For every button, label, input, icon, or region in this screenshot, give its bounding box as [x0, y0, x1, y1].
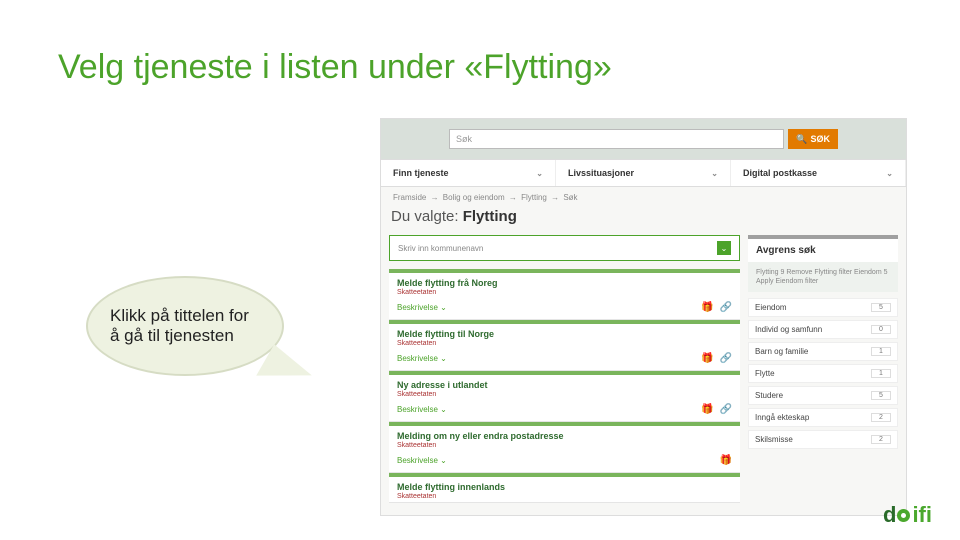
tab-livssituasjoner[interactable]: Livssituasjoner ⌄: [556, 160, 731, 186]
filter-title: Avgrens søk: [748, 235, 898, 262]
result-card: Melde flytting innenlands Skatteetaten: [389, 473, 740, 503]
result-card: Melde flytting frå Noreg Skatteetaten Be…: [389, 269, 740, 320]
filter-row[interactable]: Individ og samfunn0: [748, 320, 898, 339]
tab-digital-postkasse[interactable]: Digital postkasse ⌄: [731, 160, 906, 186]
gift-icon: 🎁: [701, 302, 713, 313]
callout-bubble: Klikk på tittelen for å gå til tjenesten: [86, 276, 284, 376]
result-provider: Skatteetaten: [397, 493, 732, 500]
search-bar: Søk 🔍 SØK: [381, 119, 906, 159]
description-toggle[interactable]: Beskrivelse ⌄: [397, 405, 447, 414]
results-column: Skriv inn kommunenavn ⌄ Melde flytting f…: [389, 235, 740, 503]
result-provider: Skatteetaten: [397, 340, 732, 347]
breadcrumb: Framside → Bolig og eiendom → Flytting →…: [381, 187, 906, 204]
search-icon: 🔍: [796, 134, 807, 145]
tab-finn-tjeneste[interactable]: Finn tjeneste ⌄: [381, 160, 556, 186]
result-provider: Skatteetaten: [397, 391, 732, 398]
gift-icon: 🎁: [720, 455, 732, 466]
filter-row[interactable]: Skilsmisse2: [748, 430, 898, 449]
link-icon: 🔗: [720, 302, 732, 313]
search-button[interactable]: 🔍 SØK: [788, 129, 838, 149]
chevron-down-icon: ⌄: [536, 169, 543, 178]
filter-row[interactable]: Inngå ekteskap2: [748, 408, 898, 427]
difi-logo: difi: [883, 502, 932, 528]
result-provider: Skatteetaten: [397, 442, 732, 449]
result-card: Ny adresse i utlandet Skatteetaten Beskr…: [389, 371, 740, 422]
logo-dot-icon: [897, 509, 910, 522]
chevron-down-icon: ⌄: [711, 169, 718, 178]
result-title[interactable]: Melde flytting frå Noreg: [397, 278, 732, 288]
description-toggle[interactable]: Beskrivelse ⌄: [397, 354, 447, 363]
result-title[interactable]: Melde flytting til Norge: [397, 329, 732, 339]
description-toggle[interactable]: Beskrivelse ⌄: [397, 303, 447, 312]
link-icon: 🔗: [720, 404, 732, 415]
result-card: Melding om ny eller endra postadresse Sk…: [389, 422, 740, 473]
page-heading: Du valgte: Flytting: [381, 204, 906, 235]
filter-row[interactable]: Studere5: [748, 386, 898, 405]
description-toggle[interactable]: Beskrivelse ⌄: [397, 456, 447, 465]
result-card: Melde flytting til Norge Skatteetaten Be…: [389, 320, 740, 371]
filter-row[interactable]: Barn og familie1: [748, 342, 898, 361]
municipality-select[interactable]: Skriv inn kommunenavn ⌄: [389, 235, 740, 261]
filter-row[interactable]: Eiendom5: [748, 298, 898, 317]
filter-column: Avgrens søk Flytting 9 Remove Flytting f…: [748, 235, 898, 503]
app-screenshot: Søk 🔍 SØK Finn tjeneste ⌄ Livssituasjone…: [380, 118, 907, 516]
filter-row[interactable]: Flytte1: [748, 364, 898, 383]
link-icon: 🔗: [720, 353, 732, 364]
result-title[interactable]: Melding om ny eller endra postadresse: [397, 431, 732, 441]
chevron-down-icon: ⌄: [886, 169, 893, 178]
gift-icon: 🎁: [701, 404, 713, 415]
result-provider: Skatteetaten: [397, 289, 732, 296]
chevron-down-icon: ⌄: [717, 241, 731, 255]
active-filters: Flytting 9 Remove Flytting filter Eiendo…: [748, 262, 898, 292]
main-tabs: Finn tjeneste ⌄ Livssituasjoner ⌄ Digita…: [381, 159, 906, 187]
slide-title: Velg tjeneste i listen under «Flytting»: [58, 48, 612, 87]
result-title[interactable]: Ny adresse i utlandet: [397, 380, 732, 390]
search-input[interactable]: Søk: [449, 129, 784, 149]
gift-icon: 🎁: [701, 353, 713, 364]
result-title[interactable]: Melde flytting innenlands: [397, 482, 732, 492]
